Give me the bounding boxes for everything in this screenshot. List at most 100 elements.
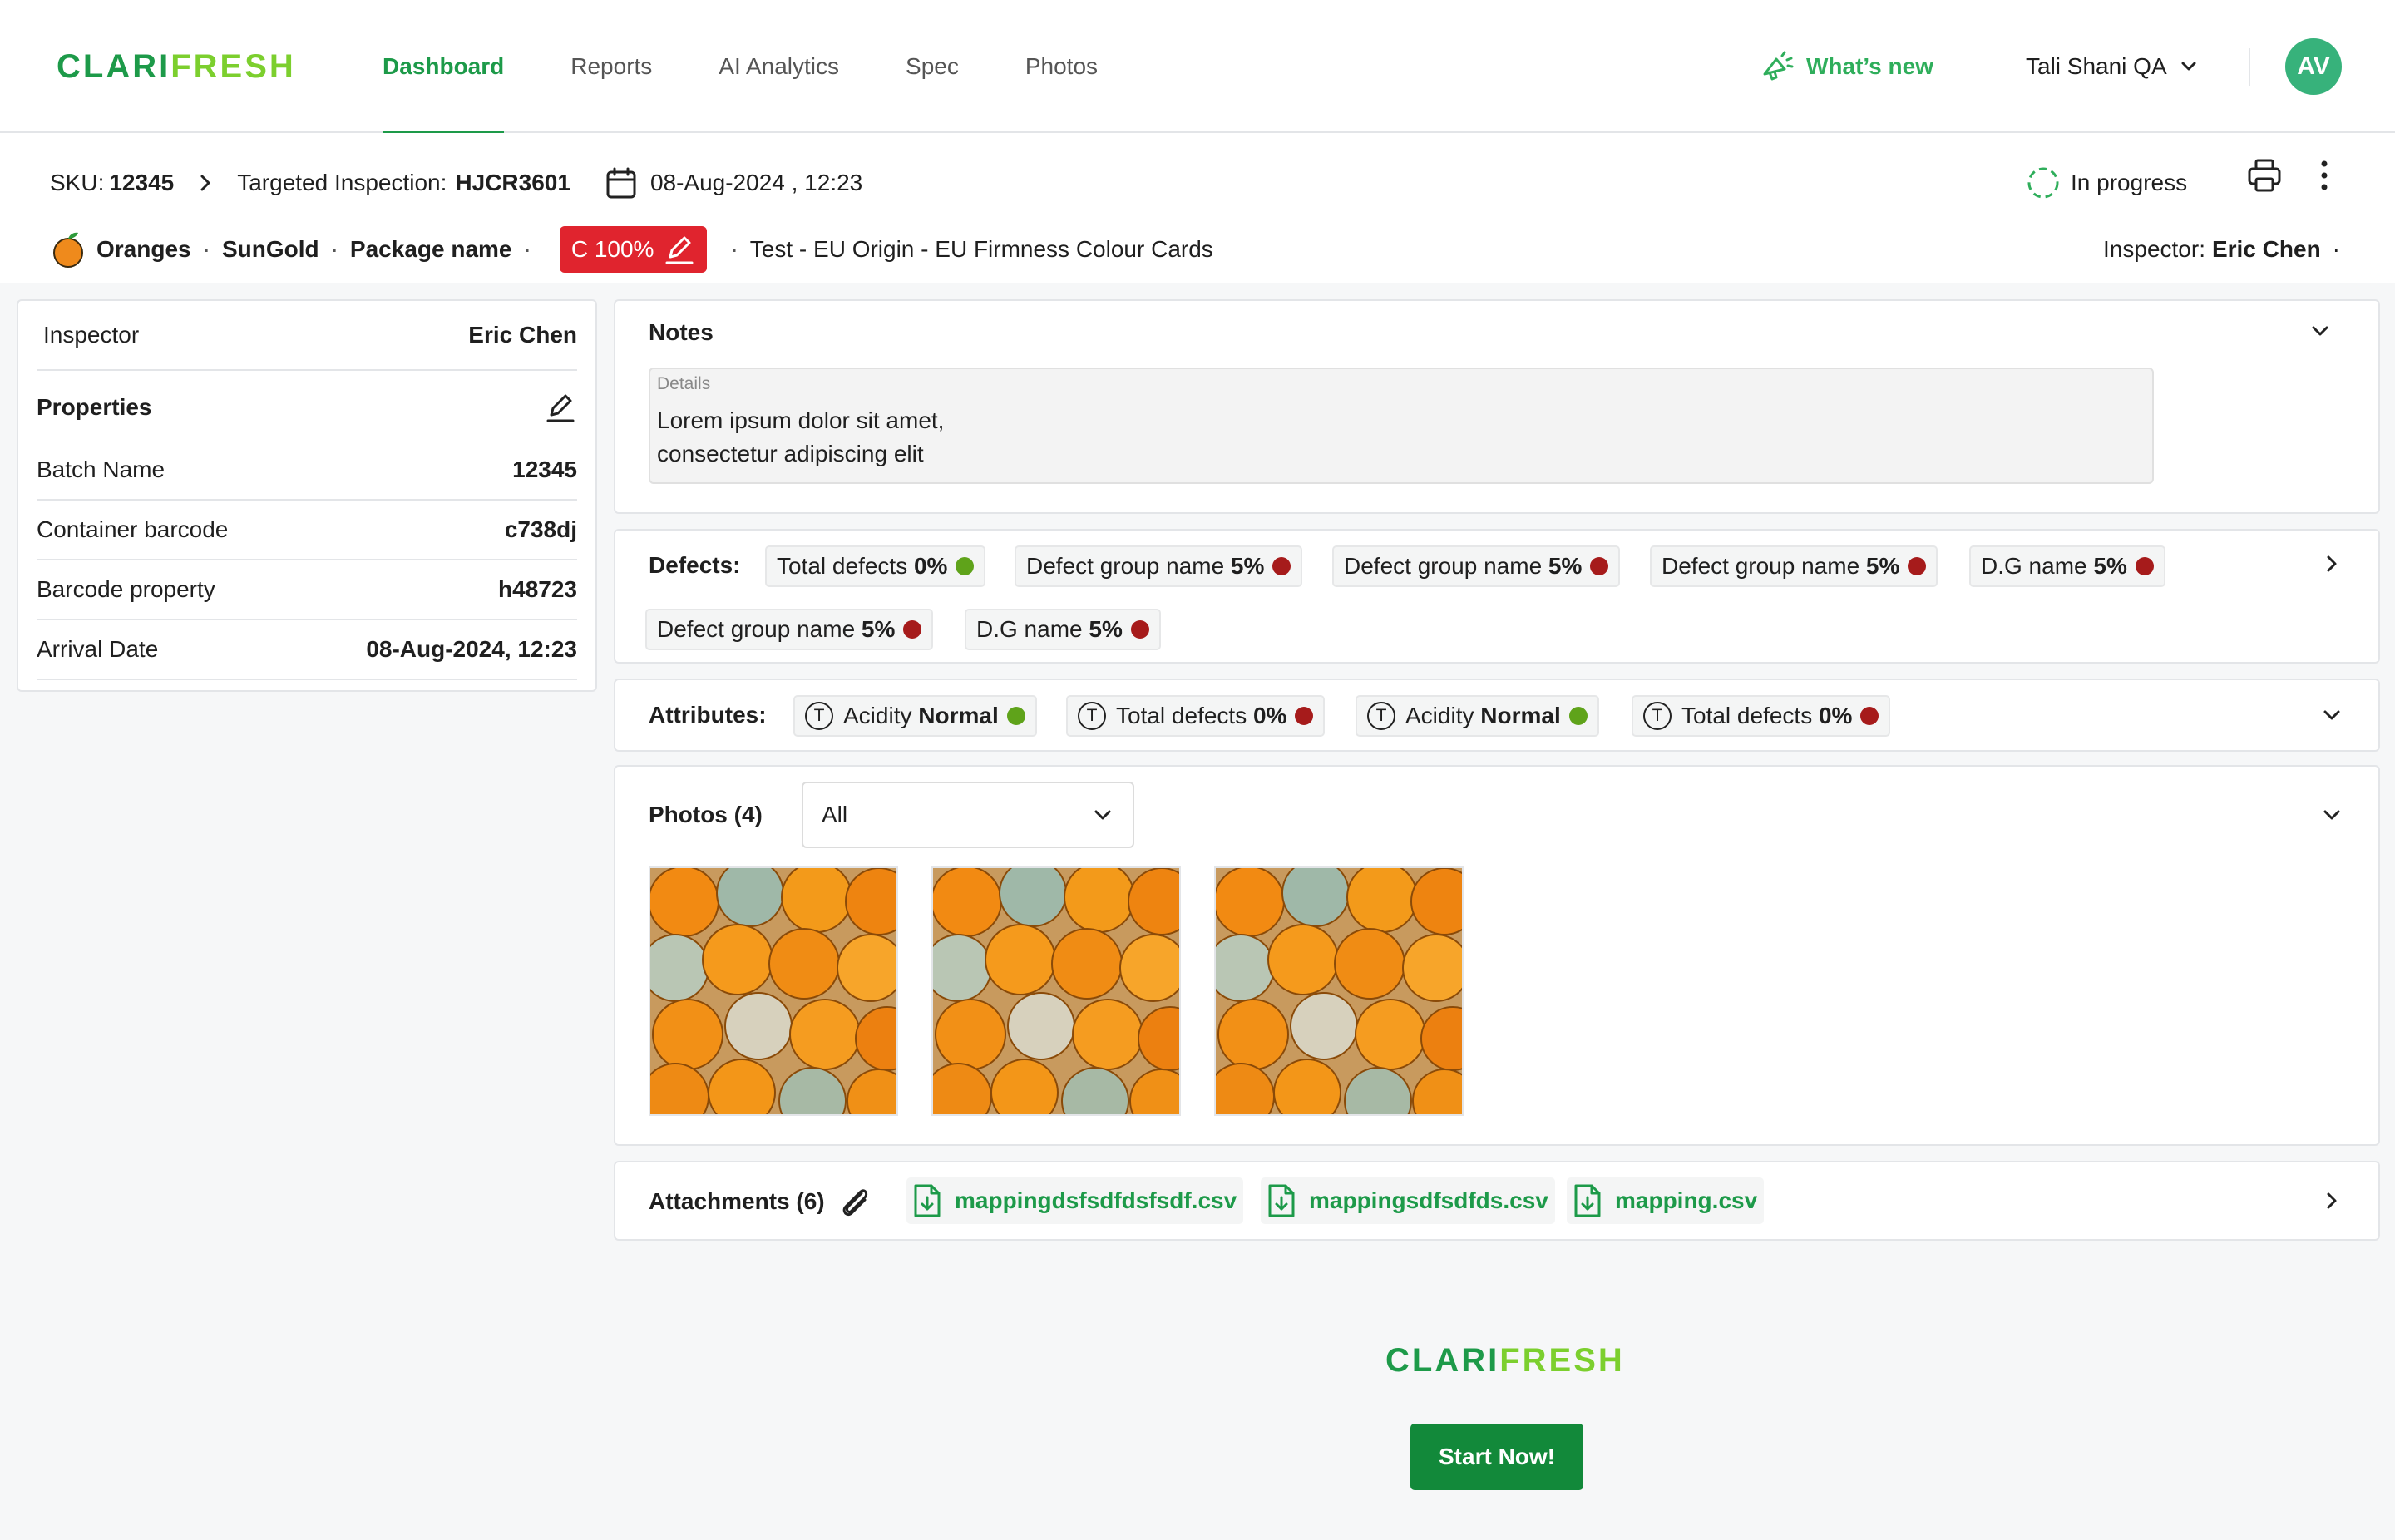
attribute-chip[interactable]: T Total defects 0% <box>1632 695 1891 737</box>
attributes-card: Attributes: T Acidity Normal T Total defec… <box>614 679 2380 752</box>
clarifresh-logo[interactable]: CLARIFRESH <box>57 50 296 83</box>
attribute-name: Acidity <box>1405 703 1474 728</box>
chevron-right-icon[interactable] <box>2320 550 2343 577</box>
tab-reports[interactable]: Reports <box>537 0 685 133</box>
chevron-down-icon[interactable] <box>2309 319 2332 343</box>
attribute-chip[interactable]: T Acidity Normal <box>793 695 1037 737</box>
chevron-down-icon[interactable] <box>2320 803 2343 827</box>
notes-line: consectetur adipiscing elit <box>657 441 924 466</box>
attribute-chip[interactable]: T Acidity Normal <box>1356 695 1599 737</box>
file-download-icon <box>911 1182 955 1219</box>
defect-value: 5% <box>2093 553 2127 579</box>
defect-chip[interactable]: Defect group name 5% <box>1015 545 1303 587</box>
property-row: Batch Name 12345 <box>37 441 577 501</box>
text-type-icon: T <box>1078 702 1106 730</box>
chevron-right-icon[interactable] <box>2320 1187 2343 1214</box>
start-now-button[interactable]: Start Now! <box>1410 1424 1583 1490</box>
photo-thumbnail[interactable] <box>649 866 898 1116</box>
defect-chip[interactable]: D.G name 5% <box>1969 545 2165 587</box>
status-dot <box>956 557 975 575</box>
defects-card: Defects: Total defects 0% Defect group n… <box>614 529 2380 664</box>
defect-chip[interactable]: Defect group name 5% <box>645 609 934 650</box>
inspection-date-text: 08-Aug-2024 , 12:23 <box>649 170 863 195</box>
sku-label: SKU: <box>50 170 105 195</box>
tab-photos[interactable]: Photos <box>992 0 1131 133</box>
attribute-chip[interactable]: T Total defects 0% <box>1066 695 1326 737</box>
header-inspector: Inspector: Eric Chen · <box>2103 225 2340 274</box>
tab-spec[interactable]: Spec <box>872 0 992 133</box>
defect-name: Defect group name <box>657 616 856 642</box>
grade-badge[interactable]: C 100% <box>559 226 708 273</box>
logo-text-part2: FRESH <box>170 48 296 85</box>
attachment-file[interactable]: mapping.csv <box>1567 1177 1765 1224</box>
property-label: Arrival Date <box>37 636 159 662</box>
commodity-name: Oranges <box>96 236 191 262</box>
status-dot <box>1272 557 1291 575</box>
footer-logo: CLARIFRESH <box>1385 1342 1625 1380</box>
attachment-file[interactable]: mappingsdfsdfds.csv <box>1261 1177 1555 1224</box>
status-dot <box>1590 557 1609 575</box>
defect-value: 5% <box>1548 553 1583 579</box>
logo-text-part1: CLARI <box>1385 1342 1500 1379</box>
main-nav: Dashboard Reports AI Analytics Spec Phot… <box>349 0 1131 135</box>
defect-chip[interactable]: Total defects 0% <box>765 545 986 587</box>
defect-name: Defect group name <box>1344 553 1543 579</box>
in-progress-icon <box>2026 165 2071 200</box>
photo-thumbnail[interactable] <box>1214 866 1464 1116</box>
photos-title: Photos (4) <box>649 802 763 827</box>
tab-dashboard[interactable]: Dashboard <box>349 0 537 135</box>
defect-value: 0% <box>913 553 948 579</box>
defect-name: Defect group name <box>1026 553 1225 579</box>
spec-name[interactable]: Test - EU Origin - EU Firmness Colour Ca… <box>750 236 1213 263</box>
inspection-type: Targeted Inspection: <box>237 170 447 195</box>
status-text: In progress <box>2071 170 2188 195</box>
notes-line: Lorem ipsum dolor sit amet, <box>657 407 945 433</box>
file-download-icon <box>1266 1182 1309 1219</box>
defect-value: 5% <box>1865 553 1900 579</box>
notes-title: Notes <box>649 319 714 345</box>
property-value: 08-Aug-2024, 12:23 <box>366 636 577 662</box>
defect-name: D.G name <box>1981 553 2087 579</box>
properties-title: Properties <box>37 394 152 420</box>
avatar[interactable]: AV <box>2285 38 2342 95</box>
inspection-code: HJCR3601 <box>455 170 570 195</box>
tab-ai-analytics[interactable]: AI Analytics <box>685 0 872 133</box>
defect-chip[interactable]: D.G name 5% <box>965 609 1161 650</box>
text-type-icon: T <box>1643 702 1672 730</box>
logo-text-part2: FRESH <box>1499 1342 1625 1379</box>
property-label: Batch Name <box>37 457 165 482</box>
chevron-down-icon <box>2167 57 2199 77</box>
inspector-name: Eric Chen <box>2211 236 2321 262</box>
notes-details-field[interactable]: Details Lorem ipsum dolor sit amet, cons… <box>649 368 2154 484</box>
text-type-icon: T <box>1367 702 1395 730</box>
photos-card: Photos (4) All <box>614 765 2380 1146</box>
properties-panel: Inspector Eric Chen Properties Batch Nam… <box>17 299 597 692</box>
photo-thumbnail[interactable] <box>931 866 1181 1116</box>
print-icon[interactable] <box>2245 156 2284 195</box>
user-menu[interactable]: Tali Shani QA <box>2026 47 2199 86</box>
property-label: Container barcode <box>37 516 229 542</box>
photos-filter-select[interactable]: All <box>802 782 1134 848</box>
edit-icon[interactable] <box>544 391 577 424</box>
attachment-file[interactable]: mappingdsfsdfdsfsdf.csv <box>906 1177 1244 1224</box>
calendar-icon <box>604 165 650 200</box>
inspection-breadcrumb: SKU: 12345 Targeted Inspection: HJCR3601… <box>50 158 862 208</box>
status-dot <box>1130 620 1149 639</box>
attribute-name: Total defects <box>1116 703 1247 728</box>
inspection-date: 08-Aug-2024 , 12:23 <box>604 165 862 200</box>
attribute-value: 0% <box>1252 703 1287 728</box>
status-dot <box>1006 707 1025 725</box>
attribute-name: Total defects <box>1681 703 1813 728</box>
logo-text-part1: CLARI <box>57 48 171 85</box>
defect-chip[interactable]: Defect group name 5% <box>1650 545 1938 587</box>
attribute-name: Acidity <box>843 703 912 728</box>
status-dot <box>1860 707 1879 725</box>
whats-new-button[interactable]: What’s new <box>1760 47 1933 86</box>
defect-name: Total defects <box>777 553 908 579</box>
defect-chip[interactable]: Defect group name 5% <box>1332 545 1621 587</box>
chevron-down-icon[interactable] <box>2320 703 2343 727</box>
more-options-icon[interactable] <box>2312 156 2337 195</box>
divider <box>2249 48 2250 86</box>
attribute-value: Normal <box>1480 703 1561 728</box>
sku-value[interactable]: 12345 <box>109 170 174 196</box>
